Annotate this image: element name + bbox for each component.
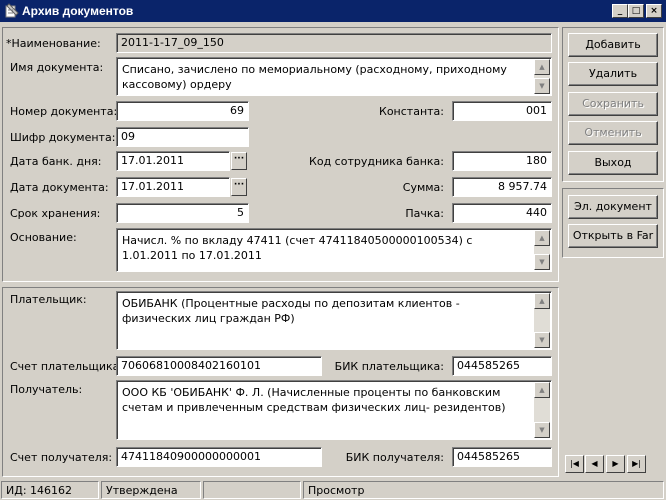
docdate-label: Дата документа: [10, 181, 109, 194]
recipient-account-field[interactable]: 47411840900000000001 [116, 447, 322, 467]
recipient-account-label: Счет получателя: [10, 451, 113, 464]
cancel-button[interactable]: Отменить [568, 121, 658, 145]
scroll-down-icon[interactable]: ▼ [534, 78, 550, 94]
scroll-down-icon[interactable]: ▼ [534, 254, 550, 270]
payer-memo[interactable]: ОБИБАНК (Процентные расходы по депозитам… [116, 291, 552, 350]
window-title: Архив документов [22, 4, 134, 18]
scroll-up-icon[interactable]: ▲ [534, 382, 550, 398]
nav-next-button[interactable]: ▶ [606, 455, 625, 473]
storage-field[interactable]: 5 [116, 203, 249, 223]
edoc-button[interactable]: Эл. документ [568, 195, 658, 219]
payer-account-label: Счет плательщика: [10, 360, 124, 373]
payer-label: Плательщик: [10, 293, 87, 306]
number-field[interactable]: 69 [116, 101, 249, 121]
nav-last-button[interactable]: ▶| [627, 455, 646, 473]
constant-label: Константа: [379, 105, 444, 118]
scroll-up-icon[interactable]: ▲ [534, 59, 550, 75]
pack-field[interactable]: 440 [452, 203, 552, 223]
docname-scrollbar[interactable]: ▲ ▼ [534, 59, 550, 94]
recipient-text: ООО КБ 'ОБИБАНК' Ф. Л. (Начисленные проц… [122, 386, 506, 414]
payer-account-field[interactable]: 70606810008402160101 [116, 356, 322, 376]
number-label: Номер документа: [10, 105, 118, 118]
cipher-field[interactable]: 09 [116, 127, 249, 147]
status-bar: ИД: 146162 Утверждена Просмотр [0, 480, 666, 500]
title-bar[interactable]: Архив документов _ □ × [0, 0, 666, 22]
status-state: Утверждена [101, 481, 201, 499]
pack-label: Пачка: [405, 207, 444, 220]
recipient-label: Получатель: [10, 383, 83, 396]
docname-memo[interactable]: Списано, зачислено по мемориальному (рас… [116, 57, 552, 96]
minimize-button[interactable]: _ [612, 4, 628, 18]
open-far-button[interactable]: Открыть в Far [568, 224, 658, 248]
storage-label: Срок хранения: [10, 207, 101, 220]
recipient-bik-field[interactable]: 044585265 [452, 447, 552, 467]
cipher-label: Шифр документа: [10, 131, 116, 144]
docdate-field[interactable]: 17.01.2011 [116, 177, 230, 197]
bankday-field[interactable]: 17.01.2011 [116, 151, 230, 171]
docname-text: Списано, зачислено по мемориальному (рас… [122, 63, 507, 91]
nav-first-button[interactable]: |◀ [565, 455, 584, 473]
docdate-picker-button[interactable]: ··· [231, 178, 247, 196]
payer-scrollbar[interactable]: ▲ ▼ [534, 293, 550, 348]
scroll-up-icon[interactable]: ▲ [534, 230, 550, 246]
recipient-memo[interactable]: ООО КБ 'ОБИБАНК' Ф. Л. (Начисленные проц… [116, 380, 552, 440]
maximize-button[interactable]: □ [628, 4, 644, 18]
status-mode: Просмотр [303, 481, 664, 499]
sum-label: Сумма: [402, 181, 444, 194]
status-empty [203, 481, 301, 499]
name-label: *Наименование: [6, 37, 101, 50]
employee-label: Код сотрудника банка: [309, 155, 444, 168]
archive-window: Архив документов _ □ × *Наименование: 20… [0, 0, 666, 500]
bankday-label: Дата банк. дня: [10, 155, 102, 168]
status-id: ИД: 146162 [1, 481, 99, 499]
document-archive-icon [5, 3, 19, 18]
basis-scrollbar[interactable]: ▲ ▼ [534, 230, 550, 270]
save-button[interactable]: Сохранить [568, 92, 658, 116]
payer-bik-field[interactable]: 044585265 [452, 356, 552, 376]
scroll-up-icon[interactable]: ▲ [534, 293, 550, 309]
payer-bik-label: БИК плательщика: [334, 360, 444, 373]
recipient-scrollbar[interactable]: ▲ ▼ [534, 382, 550, 438]
delete-button[interactable]: Удалить [568, 62, 658, 86]
nav-prev-button[interactable]: ◀ [585, 455, 604, 473]
scroll-down-icon[interactable]: ▼ [534, 332, 550, 348]
employee-field[interactable]: 180 [452, 151, 552, 171]
basis-memo[interactable]: Начисл. % по вкладу 47411 (счет 47411840… [116, 228, 552, 272]
exit-button[interactable]: Выход [568, 151, 658, 175]
name-field[interactable]: 2011-1-17_09_150 [116, 33, 552, 53]
constant-field[interactable]: 001 [452, 101, 552, 121]
close-button[interactable]: × [646, 4, 662, 18]
scroll-down-icon[interactable]: ▼ [534, 422, 550, 438]
bankday-picker-button[interactable]: ··· [231, 152, 247, 170]
sum-field[interactable]: 8 957.74 [452, 177, 552, 197]
recipient-bik-label: БИК получателя: [345, 451, 444, 464]
add-button[interactable]: Добавить [568, 33, 658, 57]
payer-text: ОБИБАНК (Процентные расходы по депозитам… [122, 297, 460, 325]
docname-label: Имя документа: [10, 61, 104, 74]
basis-text: Начисл. % по вкладу 47411 (счет 47411840… [122, 234, 473, 262]
basis-label: Основание: [10, 231, 77, 244]
